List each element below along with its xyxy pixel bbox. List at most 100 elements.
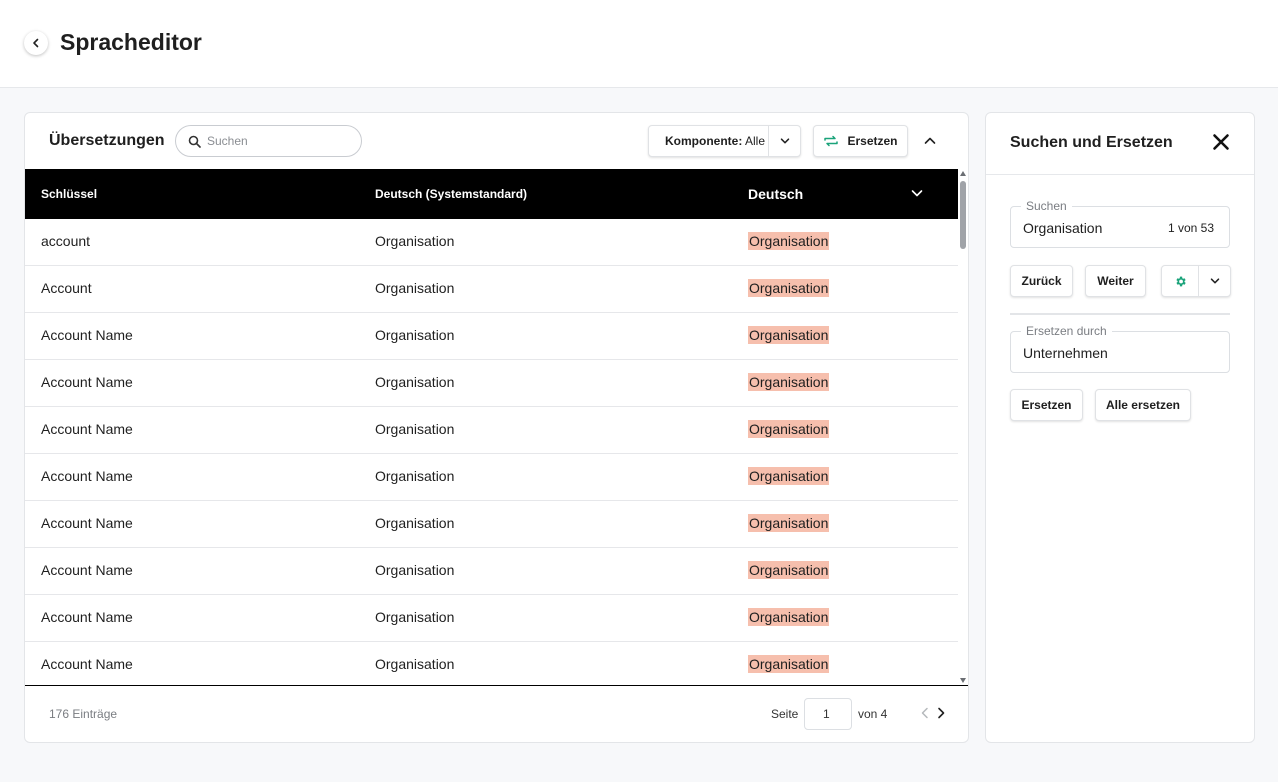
cell-key: Account Name bbox=[41, 468, 133, 484]
column-header-default[interactable]: Deutsch (Systemstandard) bbox=[375, 187, 527, 201]
component-dropdown[interactable]: Komponente: Alle bbox=[648, 125, 801, 157]
cell-german[interactable]: Organisation bbox=[748, 232, 830, 250]
table-row[interactable]: Account Name Organisation Organisation bbox=[25, 642, 958, 686]
cell-german[interactable]: Organisation bbox=[748, 420, 830, 438]
cell-key: Account Name bbox=[41, 327, 133, 343]
cell-default: Organisation bbox=[375, 656, 454, 672]
search-highlight: Organisation bbox=[748, 279, 830, 297]
cell-key: Account Name bbox=[41, 421, 133, 437]
cell-default: Organisation bbox=[375, 609, 454, 625]
search-highlight: Organisation bbox=[748, 326, 830, 344]
cell-german[interactable]: Organisation bbox=[748, 655, 830, 673]
chevron-up-icon bbox=[924, 137, 936, 144]
search-field[interactable] bbox=[175, 125, 362, 157]
cell-key: Account bbox=[41, 280, 92, 296]
cell-german[interactable]: Organisation bbox=[748, 467, 830, 485]
search-highlight: Organisation bbox=[748, 373, 830, 391]
cell-key: Account Name bbox=[41, 374, 133, 390]
scroll-up-arrow-icon[interactable] bbox=[960, 171, 966, 176]
translations-header: Übersetzungen Komponente: Alle Ersetzen bbox=[25, 113, 968, 169]
cell-key-text: Account Name bbox=[41, 609, 133, 625]
cell-default-text: Organisation bbox=[375, 374, 455, 390]
component-dropdown-toggle[interactable] bbox=[768, 126, 800, 156]
language-dropdown-toggle[interactable] bbox=[911, 186, 923, 204]
replace-button[interactable]: Ersetzen bbox=[1010, 389, 1083, 421]
replace-toggle-label: Ersetzen bbox=[847, 134, 898, 148]
component-select-text[interactable]: Komponente: Alle bbox=[649, 134, 768, 148]
translations-table: Schlüssel Deutsch (Systemstandard) Deuts… bbox=[25, 169, 958, 686]
cell-key: Account Name bbox=[41, 515, 133, 531]
table-row[interactable]: Account Name Organisation Organisation bbox=[25, 595, 958, 642]
search-settings-button[interactable] bbox=[1162, 266, 1199, 296]
previous-match-button[interactable]: Zurück bbox=[1010, 265, 1073, 297]
search-term-field[interactable]: Suchen Organisation 1 von 53 bbox=[1010, 199, 1230, 248]
cell-default-text: Organisation bbox=[375, 562, 455, 578]
table-row[interactable]: Account Organisation Organisation bbox=[25, 266, 958, 313]
cell-default: Organisation bbox=[375, 233, 454, 249]
replace-with-field[interactable]: Ersetzen durch Unternehmen bbox=[1010, 324, 1230, 373]
cell-default-text: Organisation bbox=[375, 421, 455, 437]
chevron-left-icon bbox=[33, 38, 39, 48]
search-term-label: Suchen bbox=[1021, 199, 1072, 213]
panel-divider bbox=[986, 174, 1254, 175]
table-row[interactable]: Account Name Organisation Organisation bbox=[25, 407, 958, 454]
table-row[interactable]: Account Name Organisation Organisation bbox=[25, 501, 958, 548]
translations-panel: Übersetzungen Komponente: Alle Ersetzen … bbox=[24, 112, 969, 743]
table-row[interactable]: Account Name Organisation Organisation bbox=[25, 313, 958, 360]
next-page-button[interactable] bbox=[934, 706, 948, 720]
cell-default-text: Organisation bbox=[375, 468, 455, 484]
search-highlight: Organisation bbox=[748, 608, 830, 626]
search-highlight: Organisation bbox=[748, 514, 830, 532]
search-options-dropdown[interactable] bbox=[1199, 266, 1230, 296]
cell-default-text: Organisation bbox=[375, 515, 455, 531]
table-row[interactable]: Account Name Organisation Organisation bbox=[25, 454, 958, 501]
table-row[interactable]: Account Name Organisation Organisation bbox=[25, 548, 958, 595]
cell-german[interactable]: Organisation bbox=[748, 561, 830, 579]
table-row[interactable]: account Organisation Organisation bbox=[25, 219, 958, 266]
match-count: 1 von 53 bbox=[1167, 221, 1214, 235]
cell-default: Organisation bbox=[375, 327, 454, 343]
search-term-value[interactable]: Organisation bbox=[1023, 220, 1102, 236]
scroll-thumb[interactable] bbox=[960, 181, 966, 249]
column-header-key[interactable]: Schlüssel bbox=[41, 187, 97, 201]
chevron-down-icon bbox=[1210, 278, 1219, 284]
table-scrollbar[interactable] bbox=[958, 169, 968, 686]
cell-german[interactable]: Organisation bbox=[748, 608, 830, 626]
cell-key-text: Account Name bbox=[41, 562, 133, 578]
previous-page-button[interactable] bbox=[918, 706, 932, 720]
scroll-down-arrow-icon[interactable] bbox=[960, 678, 966, 683]
collapse-button[interactable] bbox=[920, 131, 940, 151]
page-total: von 4 bbox=[858, 707, 888, 721]
cell-key-text: Account Name bbox=[41, 421, 133, 437]
cell-default-text: Organisation bbox=[375, 609, 455, 625]
back-button[interactable] bbox=[24, 31, 48, 55]
replace-toggle-button[interactable]: Ersetzen bbox=[813, 125, 908, 157]
component-value: Alle bbox=[745, 134, 766, 148]
search-highlight: Organisation bbox=[748, 232, 830, 250]
cell-default-text: Organisation bbox=[375, 327, 455, 343]
cell-key-text: Account bbox=[41, 280, 92, 296]
chevron-down-icon bbox=[911, 190, 923, 197]
cell-default: Organisation bbox=[375, 374, 454, 390]
close-icon bbox=[1213, 134, 1229, 150]
options-divider bbox=[1010, 313, 1230, 315]
search-highlight: Organisation bbox=[748, 561, 830, 579]
cell-german[interactable]: Organisation bbox=[748, 279, 830, 297]
table-row[interactable]: Account Name Organisation Organisation bbox=[25, 360, 958, 407]
close-button[interactable] bbox=[1212, 133, 1230, 151]
search-replace-title: Suchen und Ersetzen bbox=[1010, 134, 1173, 151]
cell-default: Organisation bbox=[375, 468, 454, 484]
next-match-button[interactable]: Weiter bbox=[1085, 265, 1146, 297]
cell-default-text: Organisation bbox=[375, 280, 455, 296]
page-number-input[interactable] bbox=[804, 698, 852, 730]
cell-default: Organisation bbox=[375, 562, 454, 578]
column-header-german[interactable]: Deutsch bbox=[748, 186, 803, 202]
search-input[interactable] bbox=[207, 134, 347, 148]
replace-with-value[interactable]: Unternehmen bbox=[1023, 345, 1108, 361]
cell-german[interactable]: Organisation bbox=[748, 373, 830, 391]
search-highlight: Organisation bbox=[748, 420, 830, 438]
cell-german[interactable]: Organisation bbox=[748, 326, 830, 344]
replace-all-button[interactable]: Alle ersetzen bbox=[1095, 389, 1191, 421]
entry-count: 176 Einträge bbox=[49, 707, 118, 721]
cell-german[interactable]: Organisation bbox=[748, 514, 830, 532]
